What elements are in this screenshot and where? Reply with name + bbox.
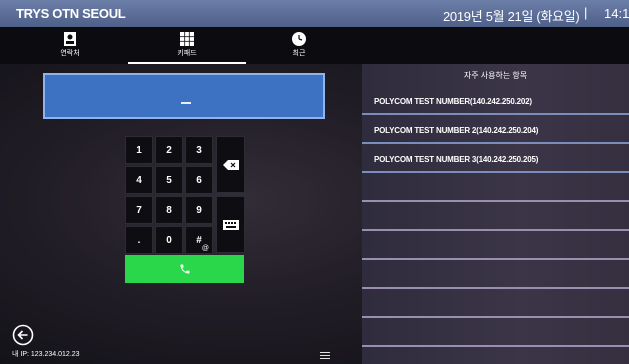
favorite-empty-slot[interactable]: [362, 319, 629, 347]
favorite-empty-slot[interactable]: [362, 174, 629, 202]
dial-input[interactable]: [43, 73, 325, 119]
tab-contacts[interactable]: 연락처: [30, 27, 110, 64]
favorites-title: 자주 사용하는 항목: [463, 71, 528, 80]
phone-icon: [180, 264, 189, 274]
tab-keypad-label: 키패드: [177, 50, 197, 57]
backspace-icon: [222, 159, 239, 170]
key-1[interactable]: 1: [125, 136, 153, 164]
tab-contacts-label: 연락처: [60, 50, 80, 57]
title-separator: |: [584, 5, 588, 20]
keyboard-icon: [222, 219, 239, 230]
my-ip-label: 내 IP: 123.234.012.23: [12, 351, 80, 358]
favorite-empty-slot[interactable]: [362, 290, 629, 318]
keyboard-button[interactable]: [216, 196, 245, 253]
tab-recent-label: 최근: [292, 50, 306, 57]
key-hash-sub: @: [201, 245, 209, 252]
backspace-button[interactable]: [216, 136, 245, 193]
key-9[interactable]: 9: [185, 196, 213, 224]
favorite-empty-slot[interactable]: [362, 232, 629, 260]
tab-bar: 연락처 키패드 최근: [0, 27, 629, 64]
key-5[interactable]: 5: [155, 166, 183, 194]
key-hash[interactable]: # @: [185, 226, 213, 254]
contact-card-icon: [64, 32, 76, 46]
favorite-item[interactable]: POLYCOM TEST NUMBER 3(140.242.250.205): [362, 145, 629, 173]
key-7[interactable]: 7: [125, 196, 153, 224]
keypad-grid-icon: [180, 32, 194, 46]
favorite-empty-slot[interactable]: [362, 261, 629, 289]
favorites-header: 자주 사용하는 항목: [362, 64, 629, 84]
time-label: 14:1(: [604, 6, 629, 21]
key-4[interactable]: 4: [125, 166, 153, 194]
favorite-item-label: POLYCOM TEST NUMBER(140.242.250.202): [374, 97, 532, 106]
back-button[interactable]: [12, 324, 34, 346]
title-bar: TRYS OTN SEOUL 2019년 5월 21일 (화요일) | 14:1…: [0, 0, 629, 27]
tab-recent[interactable]: 최근: [259, 27, 339, 64]
clock-icon: [292, 32, 306, 46]
key-0[interactable]: 0: [155, 226, 183, 254]
key-3[interactable]: 3: [185, 136, 213, 164]
dial-cursor: [181, 102, 191, 104]
screen: TRYS OTN SEOUL 2019년 5월 21일 (화요일) | 14:1…: [0, 0, 629, 364]
favorite-item[interactable]: POLYCOM TEST NUMBER(140.242.250.202): [362, 87, 629, 115]
system-title: TRYS OTN SEOUL: [16, 6, 126, 21]
favorite-item[interactable]: POLYCOM TEST NUMBER 2(140.242.250.204): [362, 116, 629, 144]
key-hash-label: #: [196, 234, 202, 246]
favorite-empty-slot[interactable]: [362, 203, 629, 231]
key-dot[interactable]: .: [125, 226, 153, 254]
key-2[interactable]: 2: [155, 136, 183, 164]
date-label: 2019년 5월 21일 (화요일): [443, 9, 580, 24]
menu-handle-icon[interactable]: [320, 352, 330, 361]
favorite-item-label: POLYCOM TEST NUMBER 2(140.242.250.204): [374, 126, 539, 135]
back-arrow-icon: [12, 324, 34, 346]
key-6[interactable]: 6: [185, 166, 213, 194]
favorite-item-label: POLYCOM TEST NUMBER 3(140.242.250.205): [374, 155, 539, 164]
call-button[interactable]: [125, 255, 244, 283]
tab-keypad[interactable]: 키패드: [147, 27, 227, 64]
key-8[interactable]: 8: [155, 196, 183, 224]
